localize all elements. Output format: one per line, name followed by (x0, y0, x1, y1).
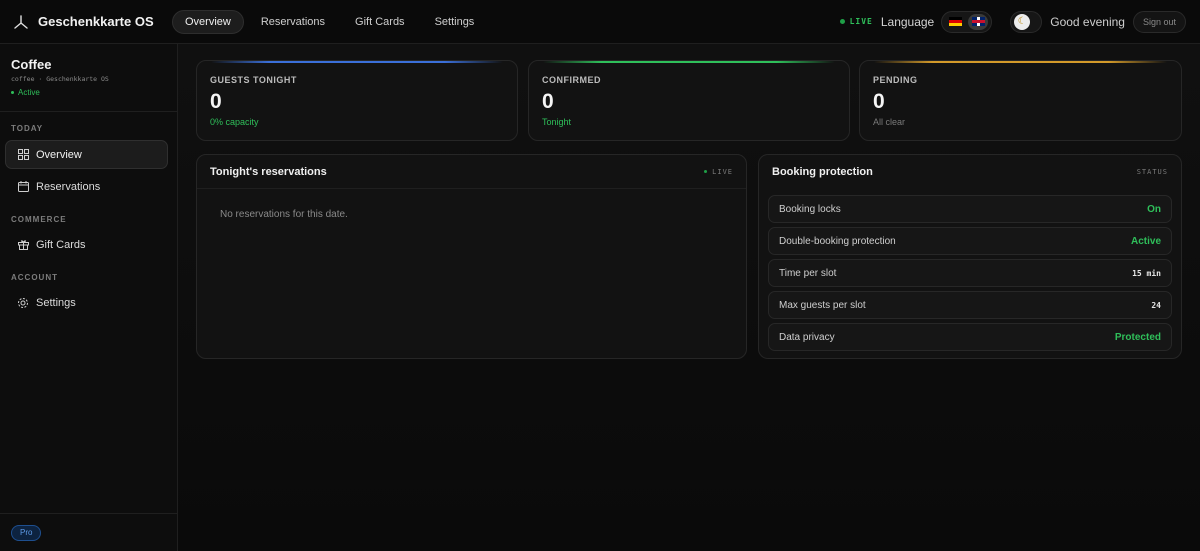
tab-settings[interactable]: Settings (422, 10, 488, 34)
language-toggle[interactable] (941, 10, 993, 33)
main-content: GUESTS TONIGHT 0 0% capacity CONFIRMED 0… (178, 44, 1200, 551)
protection-row-time-per-slot: Time per slot 15 min (768, 259, 1172, 287)
panel-header: Tonight's reservations LIVE (197, 155, 746, 189)
live-dot-icon (704, 170, 708, 173)
logo-icon (12, 13, 30, 31)
main-nav: Overview Reservations Gift Cards Setting… (172, 9, 488, 34)
status-tag: STATUS (1136, 168, 1168, 176)
live-label: LIVE (849, 17, 873, 26)
section-label-commerce: COMMERCE (11, 215, 67, 224)
status-dot-icon (11, 91, 14, 94)
tab-gift-cards[interactable]: Gift Cards (342, 10, 418, 34)
stat-value: 0 (873, 90, 885, 113)
calendar-icon (17, 181, 29, 193)
section-label-account: ACCOUNT (11, 273, 58, 282)
protection-row-data-privacy: Data privacy Protected (768, 323, 1172, 351)
sidebar: Coffee coffee · Geschenkkarte OS Active … (0, 44, 178, 551)
row-value: On (1147, 203, 1161, 215)
stat-label: PENDING (873, 75, 918, 85)
stat-label: CONFIRMED (542, 75, 601, 85)
live-tag-label: LIVE (712, 167, 733, 176)
section-label-today: TODAY (11, 124, 44, 133)
brand[interactable]: Geschenkkarte OS (0, 13, 172, 31)
sign-out-button[interactable]: Sign out (1132, 10, 1186, 33)
plan-badge[interactable]: Pro (11, 524, 42, 541)
stat-card-confirmed: CONFIRMED 0 Tonight (528, 60, 850, 141)
greeting: Good evening (1050, 14, 1125, 29)
protection-row-double-booking: Double-booking protection Active (768, 227, 1172, 255)
panel-header: Booking protection STATUS (759, 155, 1181, 189)
sidebar-item-label: Overview (36, 148, 82, 161)
reservations-panel: Tonight's reservations LIVE No reservati… (196, 154, 747, 359)
sidebar-item-overview[interactable]: Overview (5, 140, 168, 169)
workspace-name: Coffee (11, 57, 52, 72)
stat-sub: Tonight (542, 117, 572, 127)
workspace-header[interactable]: Coffee coffee · Geschenkkarte OS Active (0, 44, 177, 112)
stat-sub: All clear (873, 117, 906, 127)
protection-row-booking-locks: Booking locks On (768, 195, 1172, 223)
gear-icon (17, 297, 29, 309)
stat-label: GUESTS TONIGHT (210, 75, 297, 85)
theme-toggle[interactable]: ☾ (1010, 10, 1043, 33)
panel-title: Booking protection (772, 166, 873, 178)
row-value: Protected (1114, 331, 1161, 343)
empty-state: No reservations for this date. (220, 209, 348, 220)
sidebar-item-label: Settings (36, 296, 76, 309)
sidebar-item-gift-cards[interactable]: Gift Cards (5, 230, 168, 259)
card-accent-line (543, 61, 835, 63)
sidebar-item-reservations[interactable]: Reservations (5, 172, 168, 201)
sidebar-item-label: Gift Cards (36, 238, 86, 251)
language-option-en[interactable] (968, 13, 989, 30)
tab-overview[interactable]: Overview (172, 9, 244, 34)
protection-row-max-guests: Max guests per slot 24 (768, 291, 1172, 319)
language-label: Language (880, 14, 935, 29)
gift-icon (17, 239, 29, 251)
stat-card-guests: GUESTS TONIGHT 0 0% capacity (196, 60, 518, 141)
row-label: Double-booking protection (779, 235, 896, 247)
stat-value: 0 (210, 90, 222, 113)
row-label: Max guests per slot (779, 299, 866, 311)
row-label: Data privacy (779, 331, 835, 343)
top-bar: Geschenkkarte OS Overview Reservations G… (0, 0, 1200, 44)
moon-icon: ☾ (1014, 13, 1031, 30)
grid-icon (17, 149, 29, 161)
workspace-subtitle: coffee · Geschenkkarte OS (11, 75, 109, 83)
language-option-de[interactable] (945, 14, 965, 30)
german-flag-icon (948, 17, 962, 26)
stat-card-pending: PENDING 0 All clear (859, 60, 1182, 141)
card-accent-line (211, 61, 503, 63)
live-dot-icon (839, 19, 845, 24)
sidebar-footer: Pro (0, 513, 177, 551)
row-value: 15 min (1132, 268, 1161, 278)
booking-protection-panel: Booking protection STATUS Booking locks … (758, 154, 1182, 359)
row-label: Time per slot (779, 267, 837, 279)
sidebar-item-label: Reservations (36, 180, 101, 193)
uk-flag-icon (971, 17, 985, 26)
card-accent-line (874, 61, 1167, 63)
stat-value: 0 (542, 90, 554, 113)
workspace-status-label: Active (18, 88, 40, 97)
row-label: Booking locks (779, 203, 841, 215)
row-value: 24 (1151, 300, 1161, 310)
live-tag: LIVE (704, 168, 733, 176)
sidebar-item-settings[interactable]: Settings (5, 288, 168, 317)
app-name: Geschenkkarte OS (38, 14, 154, 29)
stat-sub: 0% capacity (210, 117, 259, 127)
tab-reservations[interactable]: Reservations (248, 10, 338, 34)
live-indicator: LIVE (839, 17, 873, 26)
row-value: Active (1130, 235, 1161, 247)
panel-title: Tonight's reservations (210, 165, 327, 178)
workspace-status: Active (11, 88, 166, 97)
